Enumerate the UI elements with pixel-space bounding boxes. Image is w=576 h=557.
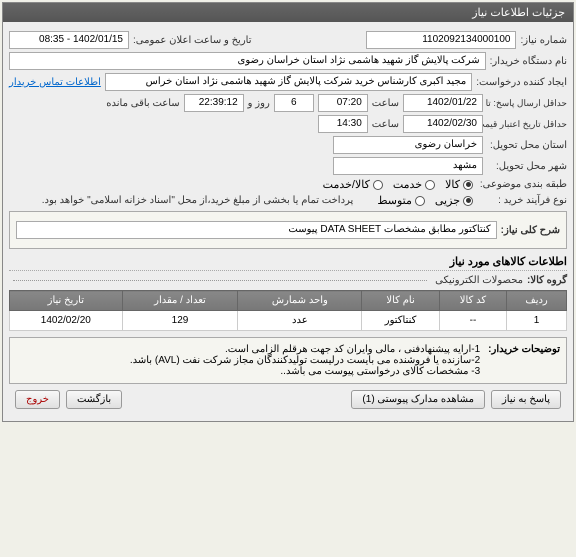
cell-date: 1402/02/20 [10,311,123,331]
buyer-desc-text: 1-ارایه پیشنهادفنی ، مالی وایران کد جهت … [16,344,480,377]
time-label-2: ساعت [372,119,399,130]
radio-goods-service[interactable]: کالا/خدمت [323,178,383,191]
buyer-desc-line1: 1-ارایه پیشنهادفنی ، مالی وایران کد جهت … [16,344,480,355]
table-header-row: ردیف کد کالا نام کالا واحد شمارش تعداد /… [10,291,567,311]
need-description-box: شرح کلی نیاز: کنتاکتور مطابق مشخصات DATA… [9,211,567,249]
radio-goods-service-label: کالا/خدمت [323,178,370,191]
radio-dot-icon [463,180,473,190]
button-bar: پاسخ به نیاز مشاهده مدارک پیوستی (1) باز… [9,384,567,415]
respond-button[interactable]: پاسخ به نیاز [491,390,561,409]
buyer-contact-link[interactable]: اطلاعات تماس خریدار [9,77,101,88]
deadline-label: حداقل ارسال پاسخ: تا تاریخ: [487,98,567,109]
radio-dot-icon [425,180,435,190]
city-value: مشهد [333,157,483,175]
dotted-divider [13,280,427,281]
announce-date-value: 1402/01/15 - 08:35 [9,31,129,49]
validity-time: 14:30 [318,115,368,133]
buyer-desc-line2: 2-سازنده یا فروشنده می بایست درلیست تولی… [16,355,480,366]
attachments-button[interactable]: مشاهده مدارک پیوستی (1) [351,390,485,409]
cell-qty: 129 [122,311,238,331]
process-label: نوع فرآیند خرید : [477,195,567,206]
back-button[interactable]: بازگشت [66,390,122,409]
process-radio-group: جزیی متوسط [377,194,473,207]
radio-medium-label: متوسط [377,194,412,207]
panel-body: شماره نیاز: 1102092134000100 تاریخ و ساع… [3,22,573,421]
panel-title: جزئیات اطلاعات نیاز [3,3,573,22]
desc-title-label: شرح کلی نیاز: [501,225,560,236]
items-table: ردیف کد کالا نام کالا واحد شمارش تعداد /… [9,290,567,331]
cell-unit: عدد [238,311,362,331]
days-and-label: روز و [248,98,270,109]
radio-partial[interactable]: جزیی [435,194,473,207]
th-qty: تعداد / مقدار [122,291,238,311]
validity-label: حداقل تاریخ اعتبار قیمت: تا تاریخ: [487,119,567,130]
radio-dot-icon [373,180,383,190]
buyer-org-label: نام دستگاه خریدار: [490,56,567,67]
city-label: شهر محل تحویل: [487,161,567,172]
category-radio-group: کالا خدمت کالا/خدمت [323,178,473,191]
category-label: طبقه بندی موضوعی: [477,179,567,190]
process-note: پرداخت تمام یا بخشی از مبلغ خرید،از محل … [42,195,354,206]
buyer-org-value: شرکت پالایش گاز شهید هاشمی نژاد استان خر… [9,52,486,70]
buyer-desc-line3: 3- مشخصات کالای درخواستی پیوست می باشد.. [16,366,480,377]
time-label-1: ساعت [372,98,399,109]
radio-service[interactable]: خدمت [393,178,435,191]
buyer-desc-box: توضیحات خریدار: 1-ارایه پیشنهادفنی ، مال… [9,337,567,384]
group-value: محصولات الکترونیکی [435,275,523,286]
items-section-title: اطلاعات کالاهای مورد نیاز [9,255,567,271]
radio-goods[interactable]: کالا [445,178,473,191]
radio-service-label: خدمت [393,178,422,191]
th-name: نام کالا [362,291,439,311]
days-remaining: 6 [274,94,314,112]
need-no-label: شماره نیاز: [520,35,567,46]
table-row[interactable]: 1 -- کنتاکتور عدد 129 1402/02/20 [10,311,567,331]
radio-medium[interactable]: متوسط [377,194,425,207]
province-label: استان محل تحویل: [487,140,567,151]
time-remaining: 22:39:12 [184,94,244,112]
cell-code: -- [439,311,506,331]
th-unit: واحد شمارش [238,291,362,311]
announce-date-label: تاریخ و ساعت اعلان عمومی: [133,35,252,46]
radio-dot-icon [415,196,425,206]
buyer-desc-label: توضیحات خریدار: [488,344,560,377]
cell-idx: 1 [507,311,567,331]
deadline-time: 07:20 [318,94,368,112]
creator-label: ایجاد کننده درخواست: [476,77,567,88]
need-details-panel: جزئیات اطلاعات نیاز شماره نیاز: 11020921… [2,2,574,422]
cell-name: کنتاکتور [362,311,439,331]
time-remaining-label: ساعت باقی مانده [106,98,179,109]
exit-button[interactable]: خروج [15,390,60,409]
group-label: گروه کالا: [527,275,567,286]
radio-goods-label: کالا [445,178,460,191]
radio-partial-label: جزیی [435,194,460,207]
province-value: خراسان رضوی [333,136,483,154]
th-date: تاریخ نیاز [10,291,123,311]
need-no-value: 1102092134000100 [366,31,516,49]
th-code: کد کالا [439,291,506,311]
th-idx: ردیف [507,291,567,311]
validity-date: 1402/02/30 [403,115,483,133]
radio-dot-icon [463,196,473,206]
creator-value: مجید اکبری کارشناس خرید شرکت پالایش گاز … [105,73,472,91]
desc-title-value: کنتاکتور مطابق مشخصات DATA SHEET پیوست [16,221,497,239]
deadline-date: 1402/01/22 [403,94,483,112]
